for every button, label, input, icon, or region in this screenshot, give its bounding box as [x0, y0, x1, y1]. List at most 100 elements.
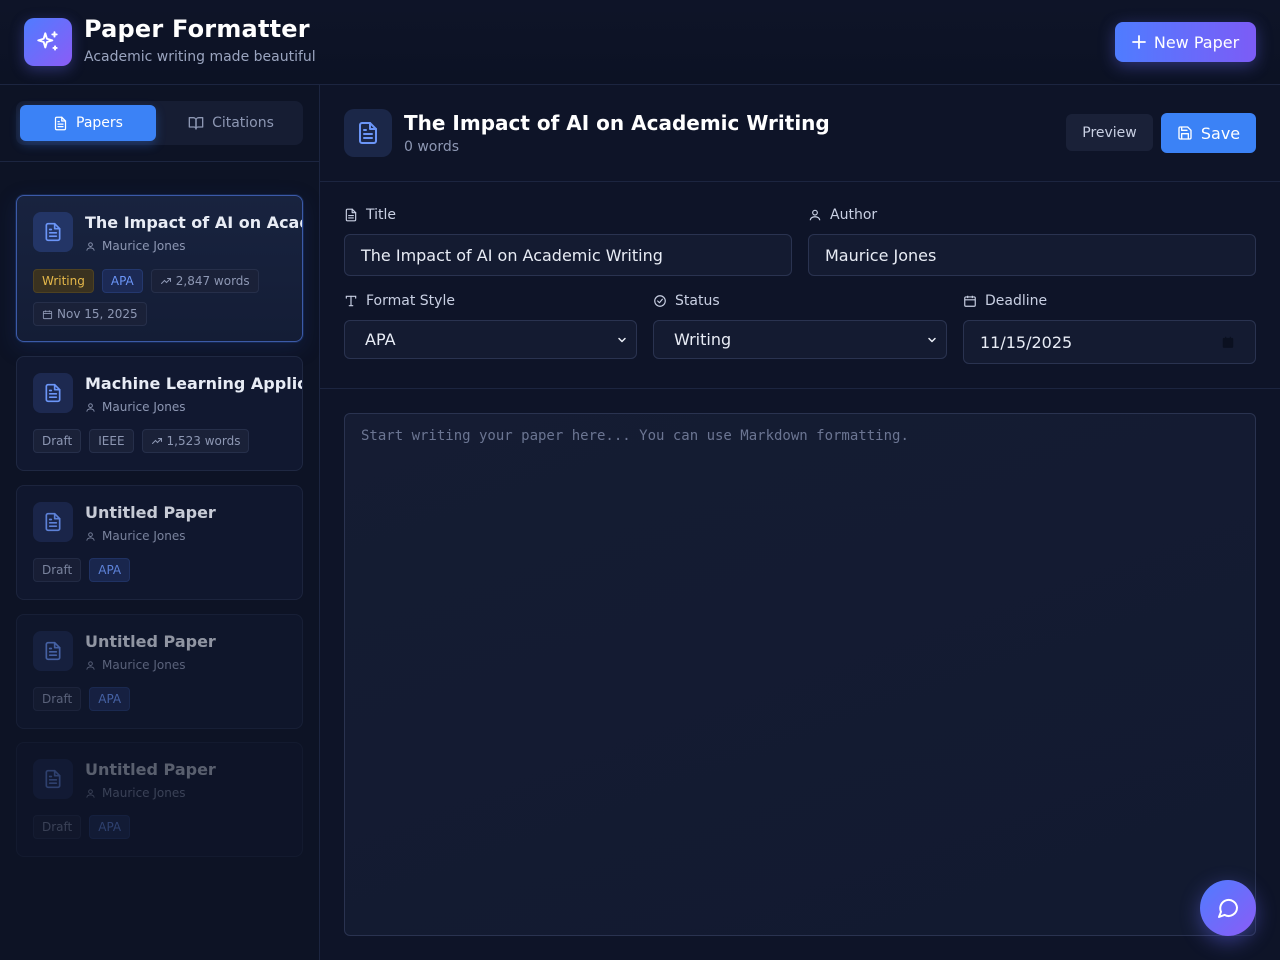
user-icon [85, 660, 96, 671]
sidebar-divider [0, 161, 320, 162]
file-text-icon [33, 759, 73, 799]
paper-author: Maurice Jones [85, 786, 186, 800]
new-paper-label: New Paper [1153, 32, 1240, 52]
file-text-icon [33, 502, 73, 542]
chevron-down-icon [926, 334, 938, 346]
author-field-label: Author [808, 207, 877, 223]
status-select[interactable]: Writing [653, 320, 947, 359]
tab-citations-label: Citations [212, 115, 274, 131]
calendar-picker-icon[interactable] [1221, 335, 1235, 349]
file-text-icon [53, 116, 68, 131]
paper-card[interactable]: Untitled Paper Maurice Jones Draft APA [16, 614, 303, 729]
format-badge: APA [89, 558, 131, 582]
tab-papers[interactable]: Papers [20, 105, 156, 141]
date-text: Nov 15, 2025 [57, 307, 138, 321]
format-badge: IEEE [89, 429, 134, 453]
format-badge: APA [89, 687, 131, 711]
paper-badges: Draft APA [33, 815, 131, 839]
user-icon [85, 531, 96, 542]
paper-author-name: Maurice Jones [102, 239, 186, 253]
preview-button[interactable]: Preview [1066, 114, 1153, 151]
format-select[interactable]: APA [344, 320, 637, 359]
chat-button[interactable] [1200, 880, 1256, 936]
file-text-icon [33, 631, 73, 671]
paper-date-row: Nov 15, 2025 [33, 302, 147, 326]
paper-title: Untitled Paper [85, 503, 216, 522]
deadline-input-value: 11/15/2025 [980, 332, 1073, 352]
chevron-down-icon [616, 334, 628, 346]
paper-card[interactable]: Untitled Paper Maurice Jones Draft APA [16, 485, 303, 600]
document-title: The Impact of AI on Academic Writing [404, 111, 830, 135]
format-badge: APA [101, 269, 143, 293]
paper-title: Machine Learning Applications [85, 374, 303, 393]
date-badge: Nov 15, 2025 [33, 302, 147, 326]
paper-author: Maurice Jones [85, 239, 186, 253]
paper-author: Maurice Jones [85, 400, 186, 414]
user-icon [808, 208, 822, 222]
paper-title: The Impact of AI on Academic Writing [85, 213, 302, 232]
word-count-badge: 2,847 words [150, 269, 259, 293]
tab-papers-label: Papers [76, 115, 123, 131]
save-icon [1177, 125, 1193, 141]
title-label-text: Title [366, 207, 397, 223]
sidebar-tabs: Papers Citations [16, 101, 303, 145]
title-field-label: Title [344, 207, 396, 223]
word-count-text: 2,847 words [175, 274, 250, 288]
new-paper-button[interactable]: New Paper [1115, 22, 1256, 62]
paper-author: Maurice Jones [85, 529, 186, 543]
tab-citations[interactable]: Citations [163, 105, 299, 141]
deadline-label-text: Deadline [985, 293, 1048, 309]
author-input[interactable]: Maurice Jones [808, 234, 1256, 276]
message-circle-icon [1216, 896, 1240, 920]
title-input[interactable]: The Impact of AI on Academic Writing [344, 234, 792, 276]
user-icon [85, 241, 96, 252]
paper-title: Untitled Paper [85, 632, 216, 651]
sparkles-icon [24, 18, 72, 66]
status-select-value: Writing [674, 330, 732, 349]
app-header: Paper Formatter Academic writing made be… [0, 0, 1280, 85]
deadline-input[interactable]: 11/15/2025 [963, 320, 1256, 364]
title-input-value: The Impact of AI on Academic Writing [361, 245, 663, 265]
status-field-label: Status [653, 293, 720, 309]
paper-card[interactable]: The Impact of AI on Academic Writing Mau… [16, 195, 303, 342]
author-label-text: Author [830, 207, 878, 223]
user-icon [85, 788, 96, 799]
fields-divider [320, 388, 1280, 389]
editor-panel: The Impact of AI on Academic Writing 0 w… [320, 85, 1280, 960]
deadline-field-label: Deadline [963, 293, 1047, 309]
paper-body-placeholder: Start writing your paper here... You can… [361, 428, 909, 444]
paper-title: Untitled Paper [85, 760, 216, 779]
paper-badges: Draft APA [33, 687, 131, 711]
word-count-text: 1,523 words [166, 434, 241, 448]
word-count-badge: 1,523 words [141, 429, 250, 453]
paper-badges: Draft IEEE 1,523 words [33, 429, 250, 453]
sidebar: Papers Citations The Impact of AI on Aca… [0, 85, 320, 960]
paper-badges: Draft APA [33, 558, 131, 582]
paper-author-name: Maurice Jones [102, 658, 186, 672]
save-button[interactable]: Save [1161, 113, 1256, 153]
paper-card[interactable]: Untitled Paper Maurice Jones Draft APA [16, 742, 303, 857]
file-text-icon [33, 212, 73, 252]
paper-author: Maurice Jones [85, 658, 186, 672]
app-title: Paper Formatter [84, 15, 310, 43]
status-badge: Draft [33, 815, 82, 839]
header-divider [320, 181, 1280, 182]
file-text-icon [344, 208, 358, 222]
format-field-label: Format Style [344, 293, 455, 309]
calendar-icon [42, 309, 53, 320]
status-badge: Writing [33, 269, 94, 293]
paper-author-name: Maurice Jones [102, 400, 186, 414]
app-subtitle: Academic writing made beautiful [84, 49, 316, 65]
file-text-icon [33, 373, 73, 413]
paper-author-name: Maurice Jones [102, 786, 186, 800]
check-circle-icon [653, 294, 667, 308]
paper-card[interactable]: Machine Learning Applications Maurice Jo… [16, 356, 303, 471]
status-badge: Draft [33, 558, 82, 582]
author-input-value: Maurice Jones [825, 245, 937, 265]
paper-author-name: Maurice Jones [102, 529, 186, 543]
user-icon [85, 402, 96, 413]
type-icon [344, 294, 358, 308]
format-label-text: Format Style [366, 293, 455, 309]
trending-up-icon [151, 435, 163, 447]
paper-body-textarea[interactable]: Start writing your paper here... You can… [344, 413, 1256, 936]
